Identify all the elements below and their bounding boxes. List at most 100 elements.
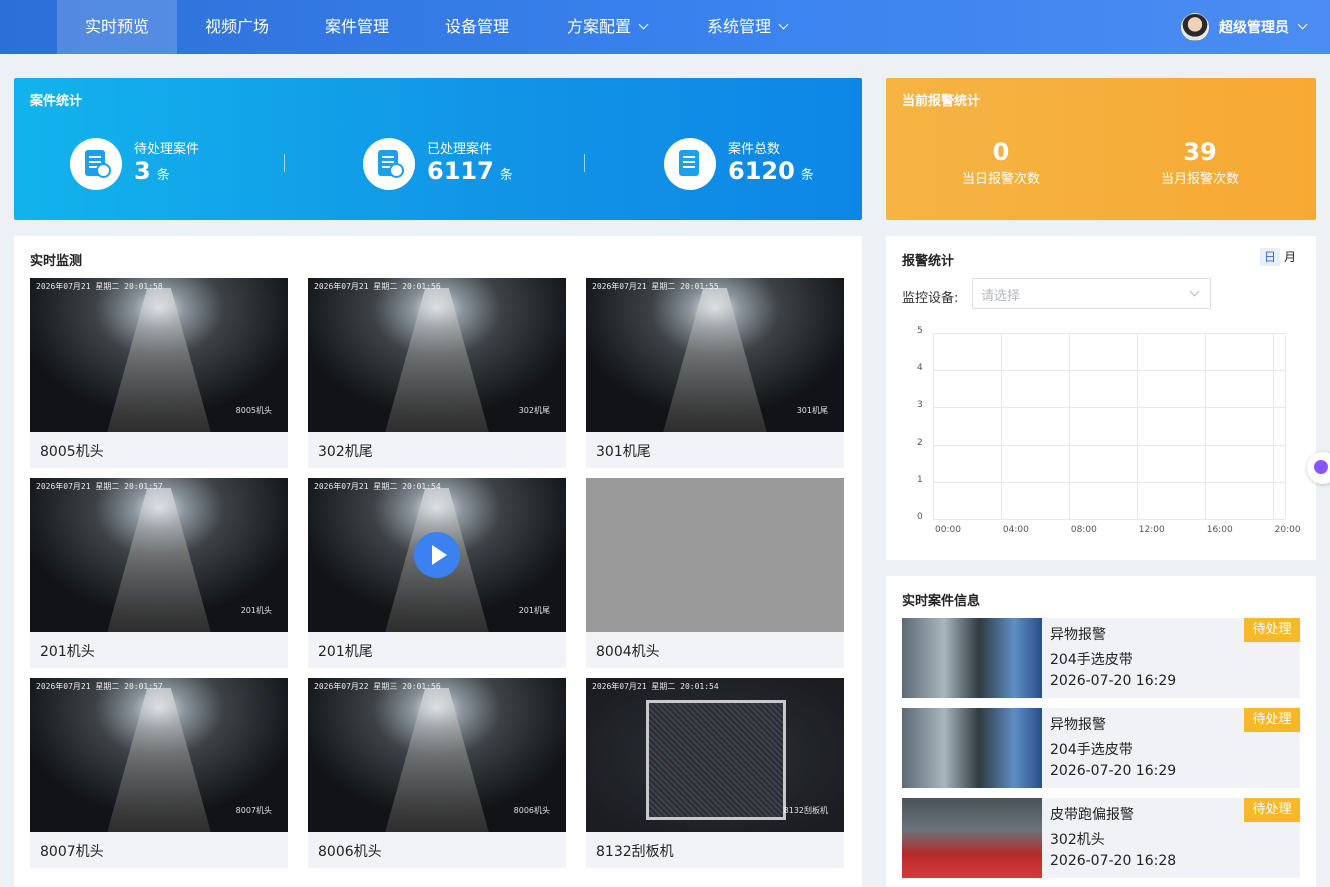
camera-name: 201机尾 (318, 644, 373, 660)
device-select[interactable]: 请选择 (972, 278, 1211, 309)
document-icon (664, 138, 716, 190)
device-label: 监控设备: (902, 291, 959, 306)
case-time: 2026-07-20 16:29 (1050, 673, 1177, 689)
camera-feed: 2026年07月21 星期二 20:01:55 301机尾 (586, 278, 844, 432)
user-menu[interactable]: 超级管理员 (1181, 0, 1308, 54)
alarm-label: 当月报警次数 (1160, 172, 1239, 187)
chart-gridline (933, 333, 1285, 334)
camera-tag: 8006机头 (513, 806, 550, 815)
chevron-down-icon (1297, 19, 1308, 29)
camera-tile[interactable]: 2026年07月21 星期二 20:01:56 302机尾 302机尾 (308, 278, 566, 468)
case-time: 2026-07-20 16:28 (1050, 853, 1177, 869)
stat-label: 已处理案件 (427, 142, 493, 157)
alarm-value: 0 (992, 138, 1010, 166)
processed-case-icon (363, 138, 415, 190)
camera-tile[interactable]: 2026年07月21 星期二 20:01:54 8132刮板机 8132刮板机 (586, 678, 844, 868)
alarm-today: 0 当日报警次数 (921, 138, 1081, 187)
card-title: 案件统计 (30, 94, 83, 109)
case-thumbnail (902, 618, 1042, 698)
divider (284, 154, 285, 172)
camera-tag: 8132刮板机 (783, 806, 828, 815)
top-navigation: 实时预览 视频广场 案件管理 设备管理 方案配置 系统管理 超级管理员 (0, 0, 1330, 54)
stat-pending: 待处理案件 3条 (70, 138, 199, 190)
stat-value: 6120 (728, 157, 795, 185)
camera-name: 201机头 (40, 644, 95, 660)
chart-gridline (1136, 333, 1138, 519)
realtime-monitor-panel: 实时监测 2026年07月21 星期二 20:01:58 8005机头 8005机… (14, 236, 862, 887)
nav-item-plan-config[interactable]: 方案配置 (537, 0, 677, 54)
chart-gridline (1000, 333, 1002, 519)
x-tick-label: 12:00 (1138, 525, 1165, 535)
y-tick-label: 0 (917, 512, 923, 522)
camera-tag: 201机尾 (518, 606, 550, 615)
nav-item-device-management[interactable]: 设备管理 (417, 0, 537, 54)
camera-tile[interactable]: 2026年07月21 星期二 20:01:54 201机尾 201机尾 (308, 478, 566, 668)
camera-tile[interactable]: 2026年07月21 星期二 20:01:55 301机尾 301机尾 (586, 278, 844, 468)
stat-label: 案件总数 (728, 142, 781, 157)
camera-tile[interactable]: 2026年07月21 星期二 20:01:57 201机头 201机头 (30, 478, 288, 668)
camera-name: 8004机头 (596, 644, 660, 660)
camera-tag: 302机尾 (518, 406, 550, 415)
pending-case-icon (70, 138, 122, 190)
camera-osd: 2026年07月21 星期二 20:01:57 (36, 482, 163, 491)
y-tick-label: 4 (917, 363, 923, 374)
nav-item-realtime-preview[interactable]: 实时预览 (57, 0, 177, 54)
camera-tile[interactable]: 2026年07月22 星期三 20:01:56 8006机头 8006机头 (308, 678, 566, 868)
chart-gridline (1285, 333, 1286, 519)
camera-osd: 2026年07月21 星期二 20:01:56 (314, 282, 441, 291)
camera-name: 8007机头 (40, 844, 104, 860)
camera-feed: 2026年07月22 星期三 20:01:56 8006机头 (308, 678, 566, 832)
device-placeholder: 请选择 (981, 289, 1021, 304)
nav-item-case-management[interactable]: 案件管理 (297, 0, 417, 54)
toggle-month[interactable]: 月 (1280, 248, 1300, 266)
chart-gridline (1204, 333, 1206, 519)
case-device: 204手选皮带 (1050, 742, 1133, 758)
camera-osd: 2026年07月21 星期二 20:01:55 (592, 282, 719, 291)
camera-tag: 8005机头 (235, 406, 272, 415)
stat-processed: 已处理案件 6117 条 (363, 138, 513, 190)
case-item[interactable]: 皮带跑偏报警 302机头 2026-07-20 16:28 待处理 (902, 798, 1300, 878)
case-type: 异物报警 (1050, 717, 1106, 733)
camera-tile[interactable]: 8004机头 (586, 478, 844, 668)
nav-item-system-management[interactable]: 系统管理 (677, 0, 817, 54)
alarm-stats-card: 当前报警统计 0 当日报警次数 39 当月报警次数 (886, 78, 1316, 220)
alarm-value: 39 (1183, 138, 1217, 166)
y-tick-label: 3 (917, 400, 923, 411)
case-item[interactable]: 异物报警 204手选皮带 2026-07-20 16:29 待处理 (902, 618, 1300, 698)
stat-value: 6117 (427, 157, 494, 185)
camera-feed: 2026年07月21 星期二 20:01:57 201机头 (30, 478, 288, 632)
nav-label: 视频广场 (204, 17, 269, 36)
camera-tile[interactable]: 2026年07月21 星期二 20:01:58 8005机头 8005机头 (30, 278, 288, 468)
camera-feed: 2026年07月21 星期二 20:01:57 8007机头 (30, 678, 288, 832)
nav-item-video-square[interactable]: 视频广场 (177, 0, 297, 54)
case-device: 302机头 (1050, 832, 1105, 848)
camera-feed: 2026年07月21 星期二 20:01:58 8005机头 (30, 278, 288, 432)
panel-title: 实时案件信息 (902, 594, 981, 609)
camera-osd: 2026年07月21 星期二 20:01:58 (36, 282, 163, 291)
stat-value: 3 (134, 157, 151, 185)
y-tick-label: 2 (917, 437, 923, 448)
x-tick-label: 20:00 (1274, 525, 1301, 535)
divider (584, 154, 585, 172)
nav-label: 系统管理 (706, 17, 771, 36)
y-tick-label: 5 (917, 326, 923, 336)
chevron-down-icon (778, 19, 789, 30)
stat-unit: 条 (499, 168, 513, 183)
case-time: 2026-07-20 16:29 (1050, 763, 1177, 779)
play-icon[interactable] (414, 532, 460, 578)
chart-gridline (933, 407, 1285, 409)
x-tick-label: 04:00 (1002, 525, 1029, 535)
user-name: 超级管理员 (1219, 20, 1289, 36)
x-tick-label: 00:00 (935, 525, 961, 535)
toggle-day[interactable]: 日 (1260, 248, 1280, 266)
nav-label: 案件管理 (324, 17, 389, 36)
case-thumbnail (902, 798, 1042, 878)
chart-gridline (933, 370, 1285, 372)
card-title: 当前报警统计 (902, 94, 981, 109)
camera-tag: 301机尾 (796, 406, 828, 415)
case-item[interactable]: 异物报警 204手选皮带 2026-07-20 16:29 待处理 (902, 708, 1300, 788)
camera-tile[interactable]: 2026年07月21 星期二 20:01:57 8007机头 8007机头 (30, 678, 288, 868)
chart-gridline (933, 444, 1285, 446)
camera-feed: 2026年07月21 星期二 20:01:54 201机尾 (308, 478, 566, 632)
status-badge: 待处理 (1244, 798, 1300, 822)
